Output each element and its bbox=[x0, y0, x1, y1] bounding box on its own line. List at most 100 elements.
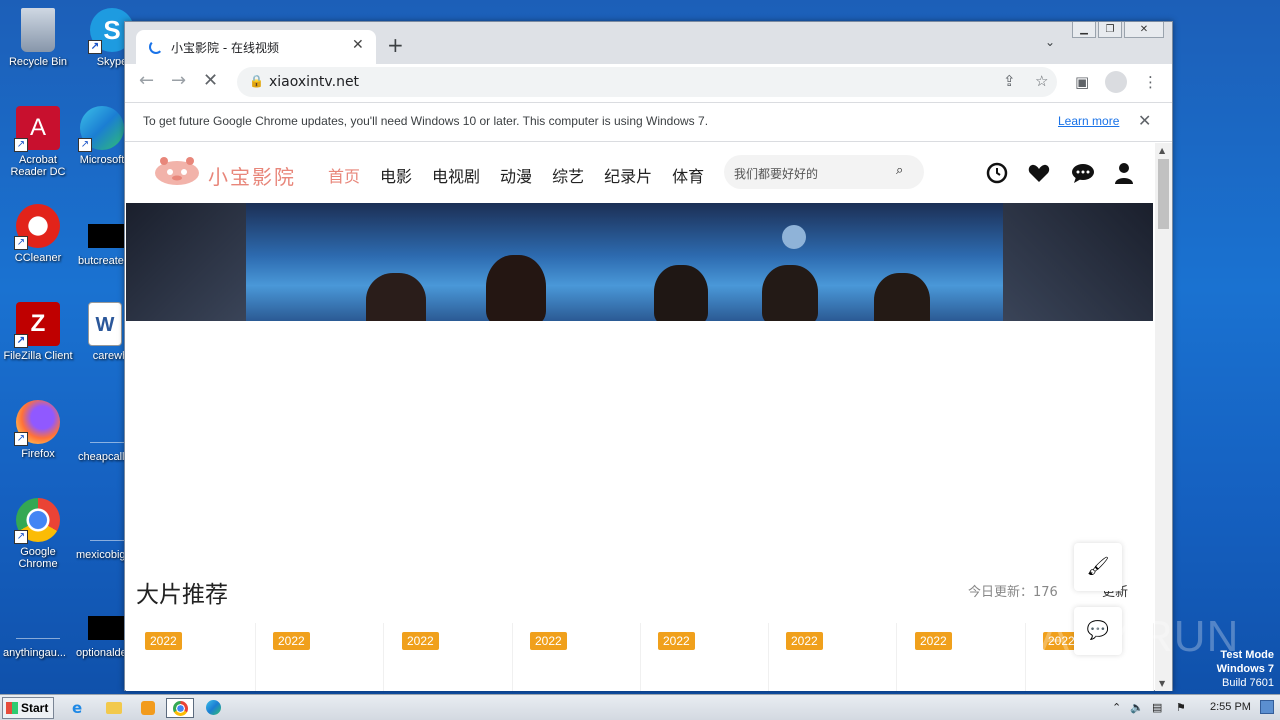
year-badge: 2022 bbox=[786, 632, 823, 650]
infobar-close-icon[interactable]: ✕ bbox=[1138, 111, 1151, 130]
internet-explorer-icon: e bbox=[72, 699, 83, 717]
minimize-icon[interactable]: ▁ bbox=[1072, 22, 1096, 38]
brush-icon: 🖌 bbox=[1086, 556, 1110, 577]
section-title: 大片推荐 bbox=[136, 582, 228, 608]
test-mode-line: Windows 7 bbox=[1216, 663, 1274, 675]
restore-icon[interactable]: ❐ bbox=[1098, 22, 1122, 38]
banner-planet bbox=[782, 225, 806, 249]
infobar-message: To get future Google Chrome updates, you… bbox=[143, 114, 709, 128]
tray-expand-icon[interactable]: ⌃ bbox=[1112, 701, 1121, 714]
desktop-icon-label: Skype bbox=[96, 56, 128, 68]
recycle-bin-icon bbox=[21, 8, 55, 52]
user-account-icon[interactable] bbox=[1112, 161, 1136, 185]
desktop-icon-recycle-bin[interactable]: Recycle Bin bbox=[0, 8, 76, 68]
start-button[interactable]: Start bbox=[2, 697, 54, 719]
browser-tab[interactable]: 小宝影院 - 在线视频 ✕ bbox=[136, 30, 376, 64]
year-badge: 2022 bbox=[915, 632, 952, 650]
movie-card[interactable]: 2022 bbox=[393, 623, 513, 691]
logo-icon[interactable] bbox=[152, 153, 202, 187]
search-placeholder: 我们都要好好的 bbox=[734, 167, 819, 181]
desktop-icon-label: mexicobig bbox=[76, 549, 126, 561]
banner-person bbox=[366, 273, 426, 321]
nav-anime[interactable]: 动漫 bbox=[500, 163, 532, 187]
taskbar-explorer[interactable] bbox=[100, 698, 128, 718]
nav-variety[interactable]: 综艺 bbox=[552, 163, 584, 187]
message-bubble-icon[interactable] bbox=[1071, 161, 1095, 185]
page-scrollbar[interactable]: ▲ ▼ bbox=[1155, 143, 1172, 691]
theme-brush-button[interactable]: 🖌 bbox=[1074, 543, 1122, 591]
movie-card[interactable]: 2022 bbox=[264, 623, 384, 691]
chrome-icon: ↗ bbox=[14, 498, 60, 544]
desktop-icon-ccleaner[interactable]: ↗ CCleaner bbox=[0, 204, 76, 264]
volume-icon[interactable]: 🔈 bbox=[1130, 701, 1144, 714]
blank-icon bbox=[90, 540, 126, 541]
search-icon[interactable]: ⌕ bbox=[896, 163, 903, 178]
logo-text[interactable]: 小宝影院 bbox=[208, 161, 296, 190]
year-badge: 2022 bbox=[402, 632, 439, 650]
profile-avatar-icon[interactable] bbox=[1105, 71, 1127, 93]
desktop-icon-label: butcreate bbox=[78, 255, 124, 267]
menu-kebab-icon[interactable]: ⋮ bbox=[1143, 73, 1158, 91]
site-header: 小宝影院 首页 电影 电视剧 动漫 综艺 纪录片 体育 我们都要好好的 ⌕ bbox=[126, 143, 1154, 203]
edge-icon: ↗ bbox=[78, 106, 124, 152]
history-clock-icon[interactable] bbox=[985, 161, 1009, 185]
desktop-icon-label: Microsoft bbox=[79, 154, 125, 166]
back-icon[interactable]: ← bbox=[139, 70, 154, 91]
movie-card[interactable]: 2022 bbox=[136, 623, 256, 691]
firefox-icon: ↗ bbox=[14, 400, 60, 446]
address-bar[interactable]: 🔒 xiaoxintv.net ⇪ ☆ bbox=[237, 67, 1057, 97]
favorites-heart-icon[interactable] bbox=[1027, 161, 1051, 185]
scroll-up-icon[interactable]: ▲ bbox=[1159, 146, 1165, 155]
redacted-icon bbox=[88, 224, 128, 248]
desktop-icon-firefox[interactable]: ↗ Firefox bbox=[0, 400, 76, 460]
shortcut-arrow-icon: ↗ bbox=[14, 432, 28, 446]
site-search-input[interactable]: 我们都要好好的 ⌕ bbox=[724, 155, 924, 189]
tab-close-icon[interactable]: ✕ bbox=[352, 37, 364, 53]
taskbar-edge[interactable] bbox=[200, 698, 228, 718]
share-icon[interactable]: ⇪ bbox=[1003, 72, 1016, 90]
taskbar-chrome[interactable] bbox=[166, 698, 194, 718]
test-mode-line: Build 7601 bbox=[1222, 677, 1274, 689]
stop-loading-icon[interactable]: ✕ bbox=[203, 70, 218, 91]
taskbar-media-player[interactable] bbox=[134, 698, 162, 718]
edge-icon bbox=[206, 700, 221, 715]
close-window-icon[interactable]: ✕ bbox=[1124, 22, 1164, 38]
nav-home[interactable]: 首页 bbox=[328, 163, 360, 187]
show-desktop-button[interactable] bbox=[1260, 700, 1274, 714]
year-badge: 2022 bbox=[658, 632, 695, 650]
lock-icon[interactable]: 🔒 bbox=[249, 74, 264, 88]
learn-more-link[interactable]: Learn more bbox=[1058, 114, 1119, 128]
action-center-flag-icon[interactable]: ⚑ bbox=[1176, 701, 1186, 714]
banner-person bbox=[762, 265, 818, 321]
nav-sports[interactable]: 体育 bbox=[672, 163, 704, 187]
anyrun-watermark: ANY.RUN bbox=[1040, 612, 1240, 661]
movie-card[interactable]: 2022 bbox=[777, 623, 897, 691]
filezilla-icon: Z ↗ bbox=[14, 302, 60, 348]
tab-search-icon[interactable]: ⌄ bbox=[1045, 35, 1055, 49]
start-label: Start bbox=[21, 701, 49, 715]
movie-card[interactable]: 2022 bbox=[906, 623, 1026, 691]
taskbar-ie[interactable]: e bbox=[66, 698, 94, 718]
side-panel-icon[interactable]: ▣ bbox=[1075, 73, 1089, 91]
year-badge: 2022 bbox=[145, 632, 182, 650]
clock-text[interactable]: 2:55 PM bbox=[1210, 701, 1251, 713]
bookmark-star-icon[interactable]: ☆ bbox=[1035, 72, 1048, 90]
nav-documentary[interactable]: 纪录片 bbox=[604, 163, 652, 187]
desktop-icon-label: Firefox bbox=[21, 448, 55, 460]
forward-icon[interactable]: → bbox=[171, 70, 186, 91]
scroll-thumb[interactable] bbox=[1158, 159, 1169, 229]
desktop-icon-label: optionalde bbox=[76, 647, 127, 659]
today-update-count: 今日更新：176 bbox=[968, 585, 1058, 600]
movie-card[interactable]: 2022 bbox=[521, 623, 641, 691]
nav-movies[interactable]: 电影 bbox=[380, 163, 412, 187]
movie-card[interactable]: 2022 bbox=[649, 623, 769, 691]
network-icon[interactable]: ▤ bbox=[1152, 701, 1162, 714]
hero-banner-image[interactable] bbox=[126, 203, 1153, 321]
shortcut-arrow-icon: ↗ bbox=[14, 236, 28, 250]
scroll-down-icon[interactable]: ▼ bbox=[1159, 679, 1165, 688]
ccleaner-icon: ↗ bbox=[14, 204, 60, 250]
nav-tv[interactable]: 电视剧 bbox=[432, 163, 480, 187]
new-tab-icon[interactable]: + bbox=[387, 33, 404, 57]
desktop-icon-label: Google Chrome bbox=[18, 546, 58, 570]
desktop-icon-chrome[interactable]: ↗ Google Chrome bbox=[0, 498, 76, 570]
